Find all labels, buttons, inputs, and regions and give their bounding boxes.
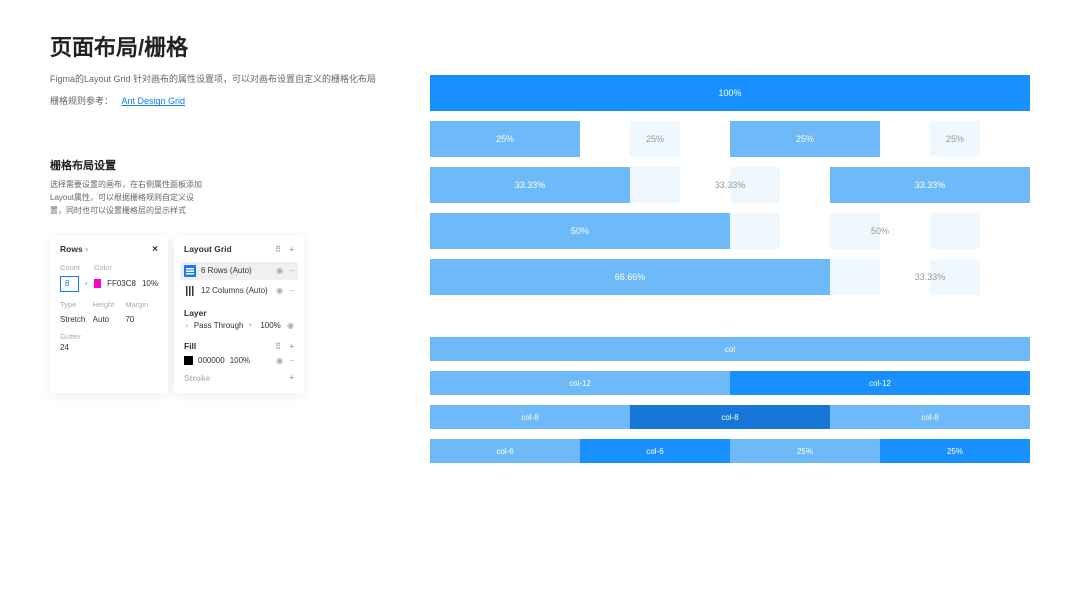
rows-icon	[184, 265, 196, 277]
type-label: Type	[60, 300, 93, 309]
layout-grid-item-label: 6 Rows (Auto)	[201, 266, 252, 275]
fill-section: Fill ⠿ +	[184, 341, 294, 351]
plus-icon[interactable]: +	[289, 342, 294, 351]
fill-row[interactable]: 000000 100% ◉ −	[184, 356, 294, 365]
fill-opacity[interactable]: 100%	[230, 356, 250, 365]
grid-cell: col-6	[430, 439, 580, 463]
remove-icon[interactable]: −	[289, 286, 294, 295]
layout-grid-item-label: 12 Columns (Auto)	[201, 286, 268, 295]
grid-cell: 50%	[430, 213, 730, 249]
remove-icon[interactable]: −	[289, 266, 294, 275]
count-label: Count	[60, 263, 80, 272]
grid-cell: 33.33%	[830, 259, 1030, 295]
layout-grid-item-columns[interactable]: 12 Columns (Auto) ◉ −	[184, 282, 294, 300]
grid-cell: col	[430, 337, 1030, 361]
grid-cell: 25%	[580, 121, 730, 157]
grid-cell: 66.66%	[430, 259, 830, 295]
color-label: Color	[94, 263, 112, 272]
style-icon[interactable]: ⠿	[275, 342, 281, 351]
plus-icon[interactable]: +	[289, 373, 294, 382]
grid-cell: col-12	[730, 371, 1030, 395]
chevron-down-icon[interactable]: ▾	[249, 321, 253, 329]
layer-section: Layer	[184, 308, 294, 318]
count-input[interactable]: 8	[60, 276, 79, 292]
eye-icon[interactable]: ◉	[276, 286, 283, 295]
grid-cell: 25%	[880, 121, 1030, 157]
page-description: Figma的Layout Grid 针对画布的属性设置项，可以对画布设置自定义的…	[50, 72, 380, 86]
color-hex[interactable]: FF03C8	[107, 279, 136, 288]
color-opacity[interactable]: 10%	[142, 279, 158, 288]
layout-grid-item-rows[interactable]: 6 Rows (Auto) ◉ −	[180, 262, 298, 280]
gutter-label: Gutter	[60, 332, 158, 341]
grid-cell: col-8	[830, 405, 1030, 429]
height-label: Height	[93, 300, 126, 309]
margin-value[interactable]: 70	[125, 315, 158, 324]
fill-hex[interactable]: 000000	[198, 356, 225, 365]
layout-grid-title: Layout Grid	[184, 244, 232, 254]
grid-cell: 33.33%	[430, 167, 630, 203]
grid-cell: col-12	[430, 371, 730, 395]
eye-icon[interactable]: ◉	[276, 356, 283, 365]
section-desc: 选择需要设置的画布，在右侧属性面板添加Layout属性，可以根据栅格规则自定义设…	[50, 179, 210, 217]
height-value[interactable]: Auto	[93, 315, 126, 324]
rows-panel-title: Rows ▾	[60, 244, 89, 254]
grid-cell: 50%	[730, 213, 1030, 249]
grid-cell: 33.33%	[830, 167, 1030, 203]
chevron-down-icon[interactable]: ▾	[85, 247, 89, 254]
remove-icon[interactable]: −	[289, 356, 294, 365]
grid-cell: col-8	[630, 405, 830, 429]
close-icon[interactable]: ×	[152, 244, 158, 255]
grid-cell: 25%	[880, 439, 1030, 463]
stroke-section: Stroke +	[184, 373, 294, 383]
eye-icon[interactable]: ◉	[276, 266, 283, 275]
layout-grid-panel: Layout Grid ⠿ + 6 Rows (Auto) ◉ −	[174, 236, 304, 393]
fill-swatch[interactable]	[184, 356, 193, 365]
chevron-down-icon[interactable]: ▾	[85, 280, 89, 288]
grid-cell: col-6	[580, 439, 730, 463]
rows-panel: Rows ▾ × Count Color 8 ▾ FF03C8 10% Type…	[50, 236, 168, 393]
type-value[interactable]: Stretch	[60, 315, 93, 324]
grid-cell-100: 100%	[430, 75, 1030, 111]
section-title: 栅格布局设置	[50, 157, 380, 173]
eye-icon[interactable]: ◉	[287, 321, 294, 330]
columns-icon	[184, 285, 196, 297]
gutter-value[interactable]: 24	[60, 343, 158, 352]
settings-icon[interactable]: ⠿	[275, 245, 281, 254]
page-title: 页面布局/栅格	[50, 30, 380, 62]
grid-reference: 栅格规则参考： Ant Design Grid	[50, 94, 380, 107]
blend-mode-row[interactable]: ◑Pass Through▾ 100% ◉	[184, 318, 294, 333]
color-swatch[interactable]	[94, 279, 101, 288]
grid-cell: col-8	[430, 405, 630, 429]
ref-label: 栅格规则参考：	[50, 96, 113, 106]
margin-label: Margin	[125, 300, 158, 309]
blend-icon: ◑	[184, 321, 189, 330]
plus-icon[interactable]: +	[289, 245, 294, 254]
ant-design-link[interactable]: Ant Design Grid	[122, 96, 186, 106]
grid-cell: 25%	[730, 121, 880, 157]
grid-cell: 25%	[430, 121, 580, 157]
grid-cell: 25%	[730, 439, 880, 463]
grid-cell: 33.33%	[630, 167, 830, 203]
